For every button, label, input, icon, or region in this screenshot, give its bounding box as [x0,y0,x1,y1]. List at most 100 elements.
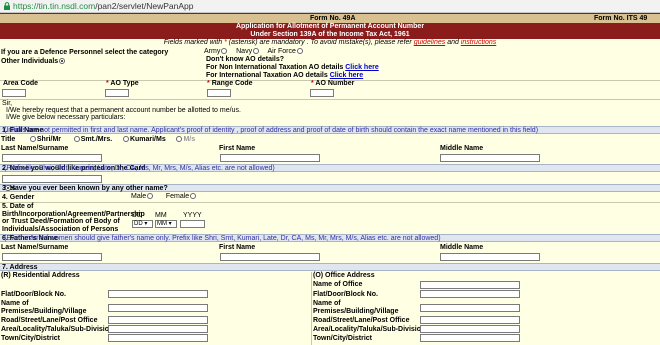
dob-label-line-4: Individuals/Association of Persons [2,225,119,233]
form-number: Form No. 49A [310,15,356,22]
intl-click-here-link[interactable]: Click here [330,72,363,79]
off-town-label: Town/City/District [313,335,372,342]
url-path: /pan2/servlet/NewPanApp [95,1,194,11]
non-intl-click-here-link[interactable]: Click here [345,64,378,71]
res-premises-line-2: Premises/Building/Village [1,307,87,315]
dob-year-input[interactable] [180,220,205,228]
off-flat-input[interactable] [420,290,520,298]
dob-day-value: DD [134,221,143,227]
airforce-radio[interactable] [296,48,303,55]
form-header: Form No. 49A Form No. ITS 49 Application… [0,13,660,47]
section-6-note: (Even married women should give father's… [4,235,441,242]
res-area-label: Area/Locality/Taluka/Sub-Division [1,326,114,333]
father-first-name-label: First Name [219,244,256,251]
army-label: Army [204,48,221,55]
office-address-heading: (O) Office Address [313,272,375,279]
res-flat-input[interactable] [108,290,208,298]
dob-day-select[interactable]: DD ▾ [132,220,153,228]
airforce-label: Air Force [267,48,296,55]
ms-radio[interactable] [176,136,183,143]
gender-options: Male Female [131,193,197,200]
other-individuals-option: Other Individuals [1,58,66,65]
full-middle-name-input[interactable] [440,154,540,162]
card-name-input[interactable] [2,175,102,183]
res-premises-line-1: Name of [1,300,29,307]
title-options: Title Shri/Mr Smt./Mrs. Kumari/Ms M/s [1,136,195,143]
section-2-note: (Prefix like Shri, Smt, Kumari, Late, Dr… [4,165,275,172]
chevron-down-icon: ▾ [168,221,172,227]
off-area-input[interactable] [420,325,520,333]
section-1-header: 1. Full Name (Initials are not permitted… [0,126,660,134]
area-code-input[interactable] [2,89,26,97]
female-radio[interactable] [190,193,197,200]
full-last-name-input[interactable] [2,154,102,162]
ao-number-input[interactable] [310,89,334,97]
section-7-title: 7. Address [2,264,38,271]
dob-month-value: MM [157,221,167,227]
off-road-label: Road/Street/Lane/Post Office [313,317,410,324]
range-code-text: Range Code [211,80,253,87]
form-title: Application for Allotment of Permanent A… [235,23,425,30]
non-intl-label: For Non International Taxation AO detail… [206,64,344,71]
off-road-input[interactable] [420,316,520,324]
father-middle-name-input[interactable] [440,253,540,261]
ao-help-intl: For International Taxation AO details Cl… [206,72,363,79]
father-last-name-input[interactable] [2,253,102,261]
intl-label: For International Taxation AO details [206,72,328,79]
form-number-its: Form No. ITS 49 [594,15,648,22]
kumari-radio[interactable] [122,136,129,143]
smt-radio[interactable] [73,136,80,143]
guidelines-link[interactable]: guidelines [414,39,446,46]
name-of-office-input[interactable] [420,281,520,289]
chevron-down-icon: ▾ [144,221,148,227]
dd-hint: DD [132,212,143,219]
shri-label: Shri/Mr [36,136,62,143]
browser-address-bar[interactable]: https://tin.tin.nsdl.com/pan2/servlet/Ne… [0,0,660,13]
dob-month-select[interactable]: MM ▾ [155,220,177,228]
navy-radio[interactable] [253,48,260,55]
instructions-link[interactable]: instructions [461,39,496,46]
full-middle-name-label: Middle Name [440,145,484,152]
dob-label-line-3: or Trust Deed/Formation of Body of [2,218,120,226]
off-area-label: Area/Locality/Taluka/Sub-Division [313,326,426,333]
full-first-name-input[interactable] [220,154,320,162]
salutation: Sir, [2,100,13,107]
and-text: and [447,39,459,46]
address-divider [311,272,312,345]
defence-options: Army Navy Air Force [204,48,304,55]
off-flat-label: Flat/Door/Block No. [313,291,378,298]
pan-application-form: Form No. 49A Form No. ITS 49 Application… [0,13,660,345]
yyyy-hint: YYYY [183,212,202,219]
full-last-name-label: Last Name/Surname [1,145,69,152]
father-first-name-input[interactable] [220,253,320,261]
off-premises-input[interactable] [420,304,520,312]
ao-type-text: AO Type [110,80,139,87]
res-road-input[interactable] [108,316,208,324]
name-of-office-label: Name of Office [313,281,363,288]
female-label: Female [165,193,190,200]
section-7-header: 7. Address [0,263,660,271]
full-first-name-label: First Name [219,145,256,152]
range-code-input[interactable] [207,89,231,97]
off-town-input[interactable] [420,334,520,342]
ao-type-input[interactable] [105,89,129,97]
shri-radio[interactable] [29,136,36,143]
mandatory-note: Fields marked with * (asterisk) are mand… [0,39,660,47]
other-name-no-radio[interactable] [5,185,11,191]
army-radio[interactable] [221,48,228,55]
res-premises-input[interactable] [108,304,208,312]
url-text[interactable]: https://tin.tin.nsdl.com/pan2/servlet/Ne… [13,1,193,11]
defence-question: If you are a Defence Personnel select th… [1,49,169,56]
ao-help-non-intl: For Non International Taxation AO detail… [206,64,379,71]
res-area-input[interactable] [108,325,208,333]
mm-hint: MM [155,212,167,219]
male-radio[interactable] [147,193,154,200]
res-flat-label: Flat/Door/Block No. [1,291,66,298]
res-road-label: Road/Street/Lane/Post Office [1,317,98,324]
off-premises-line-1: Name of [313,300,341,307]
ao-type-label: * AO Type [106,80,139,87]
lock-icon [4,2,10,10]
area-code-label: Area Code [3,80,39,87]
other-individuals-radio[interactable] [59,58,66,65]
res-town-input[interactable] [108,334,208,342]
